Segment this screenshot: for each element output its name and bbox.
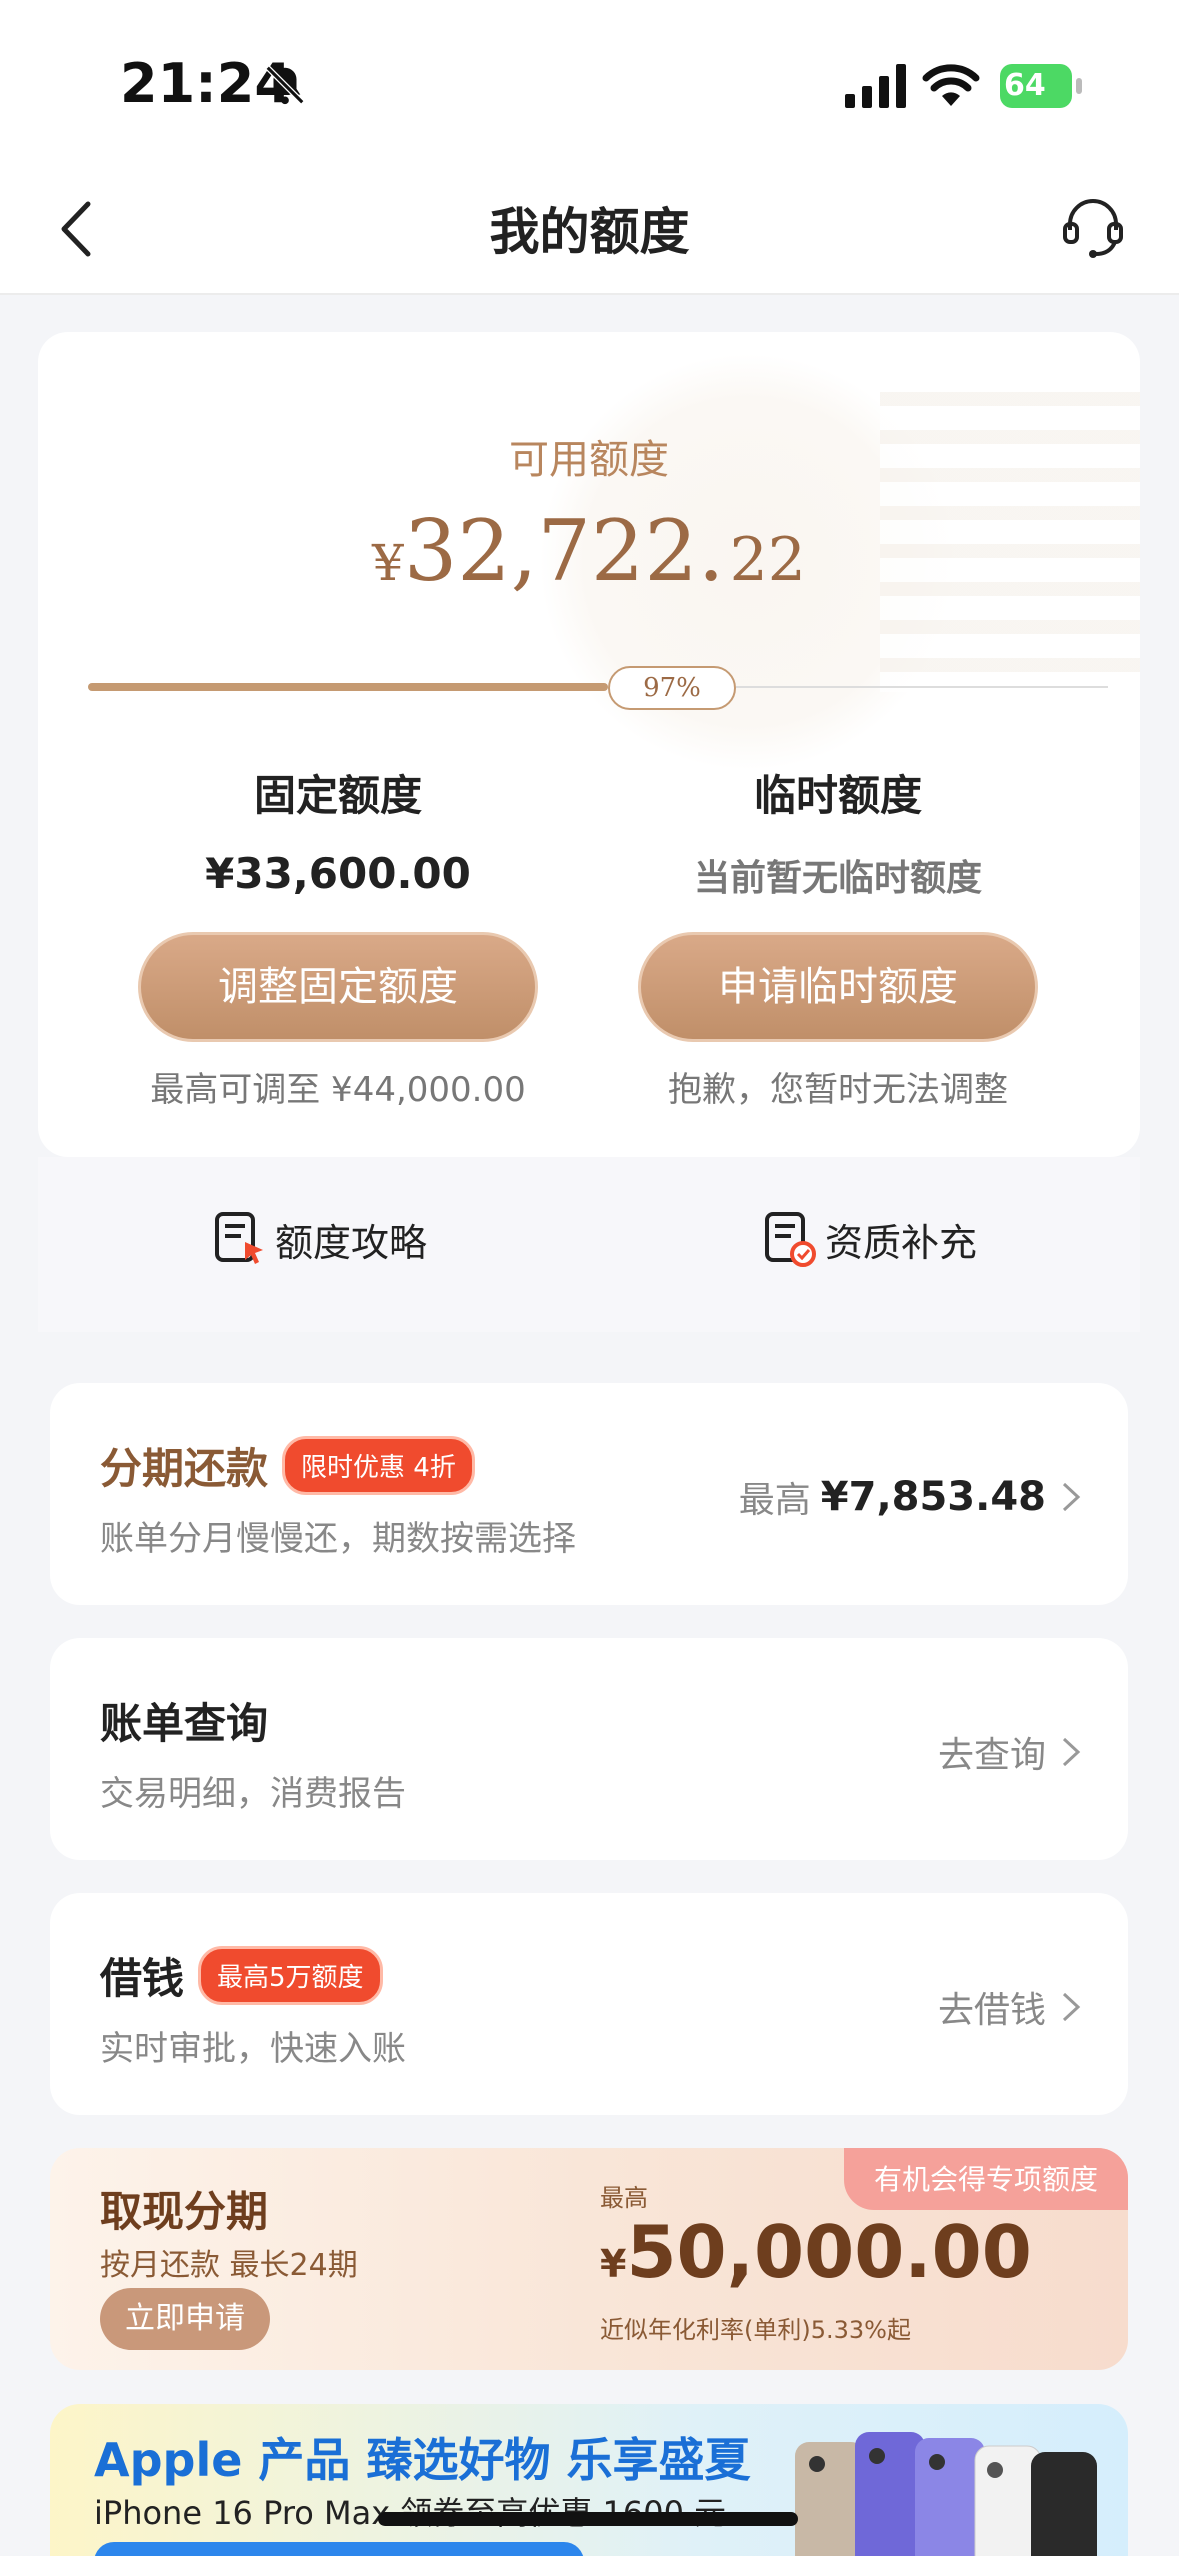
borrow-badge: 最高5万额度 <box>198 1946 383 2005</box>
bill-query-card[interactable]: 账单查询 交易明细，消费报告 去查询 <box>50 1638 1128 1860</box>
temp-quota-value: 当前暂无临时额度 <box>693 858 982 899</box>
adjust-fixed-quota-button[interactable]: 调整固定额度 <box>138 932 538 1042</box>
cash-rate-note: 近似年化利率(单利)5.33%起 <box>600 2316 911 2344</box>
borrow-title: 借钱 最高5万额度 <box>100 1945 383 2006</box>
borrow-action[interactable]: 去借钱 <box>938 1981 1082 2033</box>
cash-max-label: 最高 <box>600 2184 648 2212</box>
temp-quota-note: 抱歉，您暂时无法调整 <box>668 1070 1008 1110</box>
fixed-quota-title: 固定额度 <box>253 771 422 820</box>
chevron-right-icon <box>1062 1992 1081 2022</box>
promo-subtitle: iPhone 16 Pro Max 领券至高优惠 1600 元 <box>94 2494 726 2532</box>
bill-query-title: 账单查询 <box>100 1699 269 1748</box>
available-quota-amount: ¥32,722. 22 <box>372 502 806 600</box>
installment-card[interactable]: 分期还款 限时优惠 4折 账单分月慢慢还，期数按需选择 最高 ¥7,853.48 <box>50 1383 1128 1605</box>
chevron-right-icon <box>1062 1482 1081 1512</box>
temp-quota-section: 临时额度 当前暂无临时额度 <box>588 762 1088 901</box>
qualification-supplement-link[interactable]: 资质补充 <box>763 1209 977 1269</box>
quota-card: 可用额度 ¥32,722. 22 97% 固定额度 ¥33,600.00 临时额… <box>38 332 1140 1157</box>
fixed-quota-value: ¥33,600.00 <box>205 849 471 898</box>
iphone-product-image <box>795 2432 1097 2556</box>
temp-quota-title: 临时额度 <box>753 771 922 820</box>
quota-strategy-link[interactable]: 额度攻略 <box>213 1209 427 1269</box>
cellular-signal-icon <box>845 64 906 108</box>
document-check-icon <box>765 1212 816 1267</box>
special-quota-tag: 有机会得专项额度 <box>843 2148 1128 2210</box>
promo-title: Apple 产品 臻选好物 乐享盛夏 <box>94 2433 751 2487</box>
apply-temp-quota-button[interactable]: 申请临时额度 <box>638 932 1038 1042</box>
battery-level: 64 <box>1000 64 1072 108</box>
quota-strategy-label: 额度攻略 <box>275 1220 428 1265</box>
fixed-quota-note: 最高可调至 ¥44,000.00 <box>150 1070 526 1110</box>
available-quota-label: 可用额度 <box>509 437 669 483</box>
chevron-right-icon <box>1062 1737 1081 1767</box>
fixed-quota-section: 固定额度 ¥33,600.00 <box>88 762 588 898</box>
cash-installment-card[interactable]: 取现分期 按月还款 最长24期 立即申请 最高 ¥50,000.00 近似年化利… <box>50 2148 1128 2370</box>
borrow-subtitle: 实时审批，快速入账 <box>100 2029 406 2069</box>
cash-installment-subtitle: 按月还款 最长24期 <box>100 2248 358 2283</box>
wifi-icon <box>922 64 980 106</box>
installment-title: 分期还款 限时优惠 4折 <box>100 1435 475 1496</box>
cash-max-amount: ¥50,000.00 <box>600 2210 1032 2294</box>
installment-max-amount: 最高 ¥7,853.48 <box>739 1471 1082 1523</box>
promo-button[interactable] <box>94 2542 584 2556</box>
qualification-supplement-label: 资质补充 <box>825 1220 978 1265</box>
page-title: 我的额度 <box>489 203 690 261</box>
home-indicator <box>378 2512 798 2526</box>
bill-query-subtitle: 交易明细，消费报告 <box>100 1774 406 1814</box>
battery-icon: 64 <box>1000 64 1082 108</box>
quota-links: 额度攻略 资质补充 <box>38 1157 1140 1332</box>
apply-now-button[interactable]: 立即申请 <box>100 2288 270 2350</box>
apple-promo-banner[interactable]: Apple 产品 臻选好物 乐享盛夏 iPhone 16 Pro Max 领券至… <box>50 2404 1128 2556</box>
installment-promo-badge: 限时优惠 4折 <box>282 1436 475 1495</box>
status-bar: 21:24 64 <box>0 0 1179 170</box>
installment-subtitle: 账单分月慢慢还，期数按需选择 <box>100 1519 576 1559</box>
document-cursor-icon <box>215 1212 263 1264</box>
quota-percent-badge: 97% <box>608 666 736 710</box>
cash-installment-title: 取现分期 <box>100 2187 269 2236</box>
borrow-card[interactable]: 借钱 最高5万额度 实时审批，快速入账 去借钱 <box>50 1893 1128 2115</box>
bill-query-action[interactable]: 去查询 <box>938 1726 1082 1778</box>
bell-muted-icon <box>265 65 305 105</box>
nav-bar: 我的额度 <box>0 170 1179 295</box>
quota-progress-bar: 97% <box>88 666 1128 710</box>
customer-service-icon[interactable] <box>1060 194 1126 260</box>
